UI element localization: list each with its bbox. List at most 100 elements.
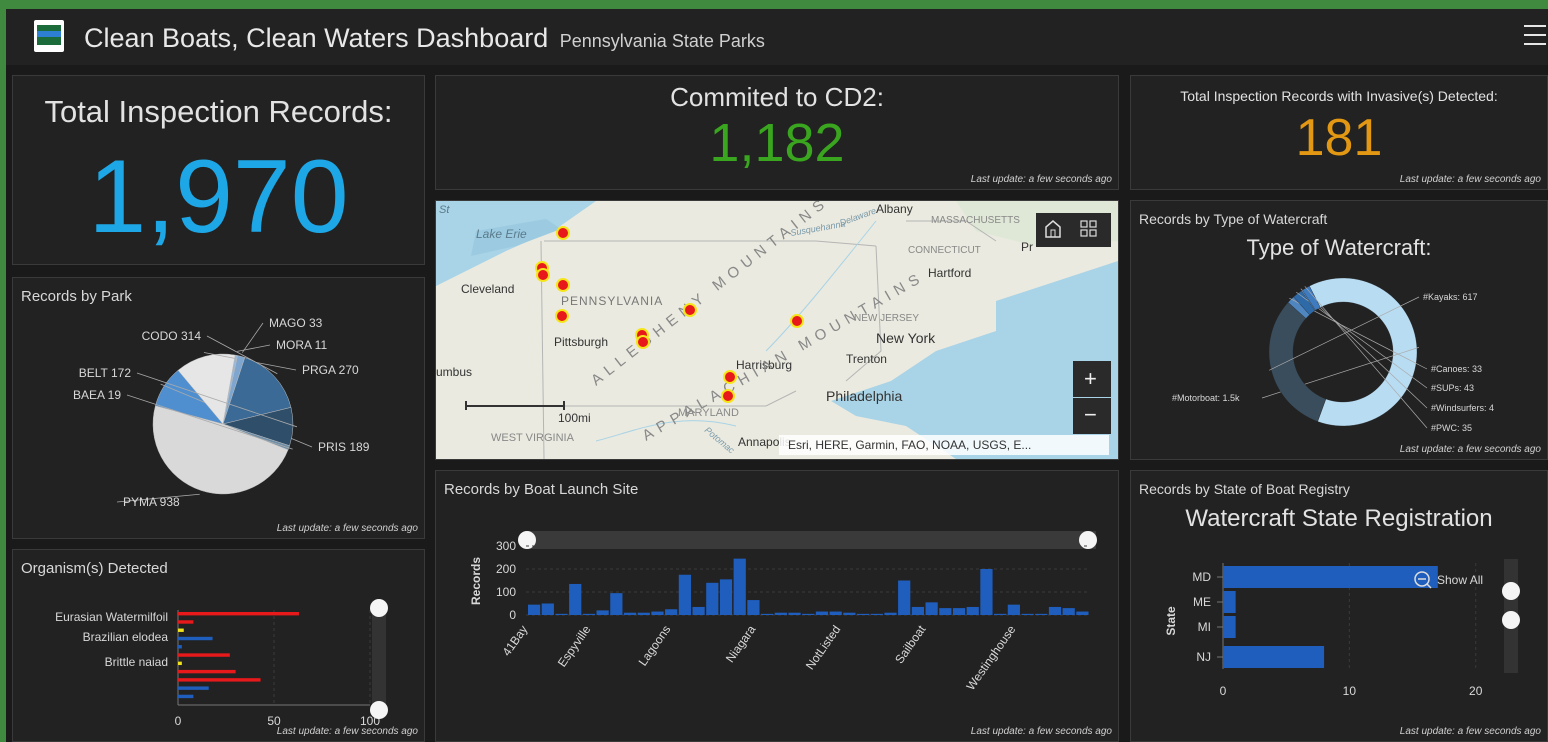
last-update-text: Last update: a few seconds ago bbox=[1399, 726, 1541, 737]
x-tick-label: Niagara bbox=[723, 622, 759, 665]
map-panel[interactable]: St Lake Erie Susquehanna Delaware Albany… bbox=[435, 200, 1119, 460]
launch-site-bar bbox=[1062, 608, 1075, 615]
launch-site-bar bbox=[939, 608, 952, 615]
launch-site-bar bbox=[528, 604, 541, 615]
launch-site-bar-chart[interactable]: 0 100 200 300 Records 41Bay Espyville Lagoons Ni… bbox=[436, 493, 1118, 742]
watercraft-panel: Records by Type of Watercraft Type of Wa… bbox=[1130, 200, 1548, 460]
launch-site-bar bbox=[870, 613, 883, 615]
organism-bar bbox=[178, 661, 182, 666]
launch-site-bar bbox=[747, 600, 760, 615]
state-label: ME bbox=[1193, 595, 1211, 609]
map-label-trenton: Trenton bbox=[846, 352, 887, 366]
organisms-bar-chart[interactable]: Eurasian Watermilfoil Brazilian elodea Bri… bbox=[13, 570, 424, 740]
pie-label-belt: BELT 172 bbox=[79, 366, 132, 380]
map-label-new-york: New York bbox=[876, 330, 936, 346]
dcnr-logo bbox=[34, 20, 64, 52]
launch-site-bar bbox=[623, 612, 637, 615]
launch-site-bar bbox=[898, 580, 911, 615]
watercraft-donut-chart[interactable]: #Motorboat: 1.5k #Kayaks: 617 #Canoes: 33 #… bbox=[1131, 265, 1547, 445]
x-tick-label: Lagoons bbox=[636, 623, 674, 669]
launch-site-bar bbox=[884, 612, 897, 615]
launch-site-bar bbox=[1035, 613, 1048, 615]
records-by-park-panel: Records by Park PYMA 938 PRIS 189 PRGA 270… bbox=[12, 277, 425, 539]
map-attribution[interactable]: Esri, HERE, Garmin, FAO, NOAA, USGS, E..… bbox=[788, 438, 1031, 452]
category-label: Eurasian Watermilfoil bbox=[55, 610, 168, 624]
launch-site-bar bbox=[994, 613, 1007, 615]
donut-label: #Windsurfers: 4 bbox=[1431, 403, 1494, 413]
map-label-st: St bbox=[439, 204, 450, 216]
pie-label-codo: CODO 314 bbox=[142, 329, 202, 343]
park-pie-chart[interactable]: PYMA 938 PRIS 189 PRGA 270 MORA 11 MAGO 33 CO… bbox=[13, 298, 424, 528]
launch-site-bar bbox=[829, 611, 842, 615]
map-label-pennsylvania: PENNSYLVANIA bbox=[561, 294, 663, 308]
pie-label-pris: PRIS 189 bbox=[318, 440, 370, 454]
pie-leader-line bbox=[237, 344, 271, 352]
hamburger-menu-icon[interactable] bbox=[1524, 25, 1546, 47]
state-bar bbox=[1223, 646, 1325, 668]
map-label-hartford: Hartford bbox=[928, 266, 971, 280]
launch-site-bar bbox=[610, 593, 623, 615]
zoom-out-icon: − bbox=[1084, 402, 1097, 427]
donut-label: #Canoes: 33 bbox=[1431, 364, 1482, 374]
organisms-panel: Organism(s) Detected Eurasian Watermilfo… bbox=[12, 549, 425, 742]
x-tick-label: Sailboat bbox=[892, 622, 929, 666]
state-registry-heading: Watercraft State Registration bbox=[1185, 505, 1493, 532]
organism-bar bbox=[178, 612, 299, 616]
y-tick-label: 200 bbox=[496, 562, 516, 576]
donut-label: #SUPs: 43 bbox=[1431, 383, 1474, 393]
launch-site-bar bbox=[856, 613, 870, 615]
launch-site-bar bbox=[774, 612, 787, 615]
organism-bar bbox=[178, 636, 213, 641]
map-toolbar bbox=[1036, 213, 1111, 247]
launch-site-bar bbox=[719, 579, 733, 615]
last-update-text: Last update: a few seconds ago bbox=[970, 726, 1112, 737]
dashboard-title: Clean Boats, Clean Waters Dashboard Penn… bbox=[84, 23, 765, 54]
organism-bar bbox=[178, 620, 194, 624]
invasive-value: 181 bbox=[1295, 109, 1383, 167]
map-label-lake-erie: Lake Erie bbox=[476, 227, 527, 241]
y-axis-label: State bbox=[1164, 606, 1178, 636]
launch-site-bar bbox=[952, 608, 966, 615]
launch-site-bar bbox=[911, 606, 925, 615]
state-registry-bar-chart[interactable]: 0 10 20 MD ME MI NJ State Show All bbox=[1131, 541, 1547, 741]
donut-label: #PWC: 35 bbox=[1431, 423, 1472, 433]
cd2-value: 1,182 bbox=[709, 113, 845, 173]
cd2-label: Commited to CD2: bbox=[670, 82, 884, 112]
panel-title: Records by State of Boat Registry bbox=[1139, 481, 1350, 497]
cd2-panel: Commited to CD2: 1,182 Last update: a fe… bbox=[435, 75, 1119, 190]
donut-slice bbox=[1268, 302, 1327, 422]
scroll-handle-bottom bbox=[1502, 611, 1520, 629]
organism-bar bbox=[178, 628, 184, 632]
launch-site-bar bbox=[925, 602, 938, 615]
category-label: Brazilian elodea bbox=[83, 630, 169, 644]
y-tick-label: 0 bbox=[509, 608, 516, 622]
map-canvas[interactable]: St Lake Erie Susquehanna Delaware Albany… bbox=[436, 201, 1118, 459]
map-label-pittsburgh: Pittsburgh bbox=[554, 335, 608, 349]
scroll-handle-bottom bbox=[370, 701, 388, 719]
launch-site-bar bbox=[678, 574, 691, 615]
map-label-columbus: umbus bbox=[436, 365, 472, 379]
launch-site-bar bbox=[761, 613, 774, 615]
state-label: MI bbox=[1198, 620, 1211, 634]
pie-label-pyma: PYMA 938 bbox=[123, 495, 180, 509]
x-tick-label: 10 bbox=[1343, 684, 1357, 698]
total-records-label: Total Inspection Records: bbox=[44, 94, 393, 129]
panel-title: Records by Type of Watercraft bbox=[1139, 211, 1328, 227]
title-text: Clean Boats, Clean Waters Dashboard bbox=[84, 23, 549, 53]
map-label-albany: Albany bbox=[876, 202, 913, 216]
pie-label-prga: PRGA 270 bbox=[302, 363, 359, 377]
total-records-panel: Total Inspection Records: 1,970 bbox=[12, 75, 425, 265]
donut-label: #Kayaks: 617 bbox=[1423, 292, 1478, 302]
invasive-panel: Total Inspection Records with Invasive(s… bbox=[1130, 75, 1548, 190]
organism-bar bbox=[178, 645, 182, 649]
launch-site-bar bbox=[1007, 604, 1020, 615]
scroll-handle-right bbox=[1079, 531, 1097, 549]
launch-site-bar bbox=[692, 606, 705, 615]
launch-site-bar bbox=[665, 609, 678, 615]
last-update-text: Last update: a few seconds ago bbox=[1399, 174, 1541, 185]
x-tick-label: 20 bbox=[1469, 684, 1483, 698]
launch-site-bar bbox=[596, 610, 609, 615]
launch-site-bar bbox=[966, 606, 979, 615]
x-tick-label: NotListed bbox=[803, 623, 844, 673]
launch-site-bar bbox=[1048, 606, 1062, 615]
